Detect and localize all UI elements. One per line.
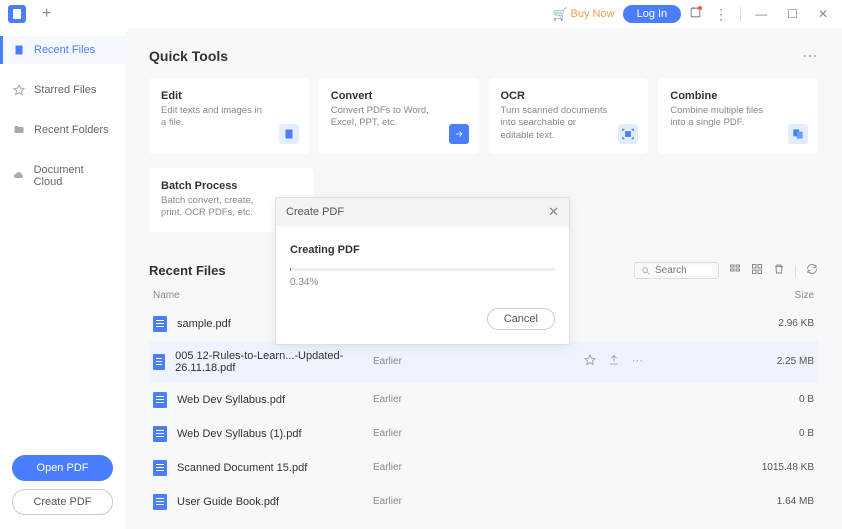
- row-more-icon[interactable]: ⋯: [632, 354, 643, 369]
- tool-desc: Turn scanned documents into searchable o…: [501, 105, 610, 142]
- file-row[interactable]: Web Dev Syllabus.pdf Earlier 0 B: [149, 383, 818, 417]
- tool-desc: Batch convert, create, print, OCR PDFs, …: [161, 195, 274, 220]
- modal-header-title: Create PDF: [286, 206, 344, 218]
- file-name: sample.pdf: [177, 318, 231, 330]
- pdf-file-icon: [153, 392, 167, 408]
- sidebar-item-label: Document Cloud: [34, 164, 113, 188]
- file-size: 0 B: [744, 428, 814, 439]
- open-pdf-button[interactable]: Open PDF: [12, 455, 113, 481]
- sidebar-item-recent-files[interactable]: Recent Files: [0, 36, 125, 64]
- file-name: Web Dev Syllabus (1).pdf: [177, 428, 302, 440]
- login-button[interactable]: Log In: [623, 5, 682, 23]
- edit-icon: [279, 124, 299, 144]
- tool-desc: Edit texts and images in a file.: [161, 105, 270, 130]
- file-name: User Guide Book.pdf: [177, 496, 279, 508]
- modal-title: Creating PDF: [290, 244, 555, 256]
- list-view-icon[interactable]: [729, 262, 741, 280]
- minimize-button[interactable]: —: [749, 5, 773, 23]
- cancel-button[interactable]: Cancel: [487, 308, 555, 330]
- tool-title: Edit: [161, 90, 297, 102]
- doc-icon: [12, 44, 26, 56]
- progress-percent: 0.34%: [290, 277, 555, 288]
- divider: [795, 265, 796, 277]
- convert-icon: [449, 124, 469, 144]
- file-time: Earlier: [373, 428, 483, 439]
- search-input-wrapper[interactable]: [634, 262, 719, 279]
- tool-card-convert[interactable]: Convert Convert PDFs to Word, Excel, PPT…: [319, 78, 479, 154]
- pdf-file-icon: [153, 316, 167, 332]
- modal-close-button[interactable]: ✕: [548, 204, 559, 220]
- quick-tools-title: Quick Tools: [149, 48, 228, 64]
- file-size: 2.96 KB: [744, 318, 814, 329]
- sidebar-item-label: Starred Files: [34, 84, 96, 96]
- tool-desc: Combine multiple files into a single PDF…: [670, 105, 779, 130]
- close-button[interactable]: ✕: [812, 5, 834, 23]
- file-row[interactable]: User Guide Book.pdf Earlier 1.64 MB: [149, 485, 818, 519]
- recent-files-title: Recent Files: [149, 263, 226, 278]
- folder-icon: [12, 124, 26, 136]
- file-row[interactable]: 005 12-Rules-to-Learn...-Updated-26.11.1…: [149, 341, 818, 383]
- titlebar: + 🛒 Buy Now Log In ⋮ — ☐ ✕: [0, 0, 842, 28]
- new-tab-button[interactable]: +: [42, 5, 51, 23]
- file-name: Scanned Document 15.pdf: [177, 462, 307, 474]
- sidebar-item-label: Recent Files: [34, 44, 95, 56]
- sidebar-item-document-cloud[interactable]: Document Cloud: [0, 156, 125, 196]
- tool-card-combine[interactable]: Combine Combine multiple files into a si…: [658, 78, 818, 154]
- tool-title: OCR: [501, 90, 637, 102]
- file-size: 1.64 MB: [744, 496, 814, 507]
- app-logo[interactable]: [8, 5, 26, 23]
- star-icon[interactable]: [584, 354, 596, 369]
- tool-title: Combine: [670, 90, 806, 102]
- create-pdf-modal: Create PDF ✕ Creating PDF 0.34% Cancel: [275, 197, 570, 345]
- sidebar-item-label: Recent Folders: [34, 124, 109, 136]
- file-time: Earlier: [373, 462, 483, 473]
- sidebar-item-starred-files[interactable]: Starred Files: [0, 76, 125, 104]
- upload-icon[interactable]: [608, 354, 620, 369]
- divider: [740, 7, 741, 21]
- file-time: Earlier: [373, 394, 483, 405]
- sidebar: Recent Files Starred Files Recent Folder…: [0, 28, 125, 529]
- pdf-file-icon: [153, 426, 167, 442]
- buy-now-label: Buy Now: [571, 8, 615, 20]
- combine-icon: [788, 124, 808, 144]
- tool-desc: Convert PDFs to Word, Excel, PPT, etc.: [331, 105, 440, 130]
- create-pdf-button[interactable]: Create PDF: [12, 489, 113, 515]
- maximize-button[interactable]: ☐: [781, 5, 804, 23]
- pdf-file-icon: [153, 354, 165, 370]
- cloud-icon: [12, 170, 26, 182]
- file-name: Web Dev Syllabus.pdf: [177, 394, 285, 406]
- progress-bar: [290, 268, 555, 271]
- file-name: 005 12-Rules-to-Learn...-Updated-26.11.1…: [175, 350, 373, 374]
- file-size: 2.25 MB: [744, 356, 814, 367]
- header-size: Size: [754, 290, 814, 301]
- overflow-menu-icon[interactable]: ⋮: [710, 6, 732, 23]
- pdf-file-icon: [153, 460, 167, 476]
- cart-icon: 🛒: [553, 7, 568, 21]
- quick-tools-more-icon[interactable]: ⋯: [802, 46, 818, 66]
- file-time: Earlier: [373, 496, 483, 507]
- file-size: 0 B: [744, 394, 814, 405]
- search-icon: [641, 266, 651, 276]
- star-icon: [12, 84, 26, 96]
- file-row[interactable]: Web Dev Syllabus (1).pdf Earlier 0 B: [149, 417, 818, 451]
- file-size: 1015.48 KB: [744, 462, 814, 473]
- tool-card-edit[interactable]: Edit Edit texts and images in a file.: [149, 78, 309, 154]
- buy-now-link[interactable]: 🛒 Buy Now: [553, 7, 615, 21]
- trash-icon[interactable]: [773, 262, 785, 280]
- sidebar-item-recent-folders[interactable]: Recent Folders: [0, 116, 125, 144]
- ocr-icon: [618, 124, 638, 144]
- grid-view-icon[interactable]: [751, 262, 763, 280]
- pdf-file-icon: [153, 494, 167, 510]
- refresh-icon[interactable]: [806, 262, 818, 280]
- file-time: Earlier: [373, 356, 483, 367]
- search-input[interactable]: [655, 265, 712, 276]
- tool-title: Batch Process: [161, 180, 302, 192]
- tool-title: Convert: [331, 90, 467, 102]
- file-row[interactable]: Scanned Document 15.pdf Earlier 1015.48 …: [149, 451, 818, 485]
- notification-icon[interactable]: [689, 6, 702, 22]
- tool-card-ocr[interactable]: OCR Turn scanned documents into searchab…: [489, 78, 649, 154]
